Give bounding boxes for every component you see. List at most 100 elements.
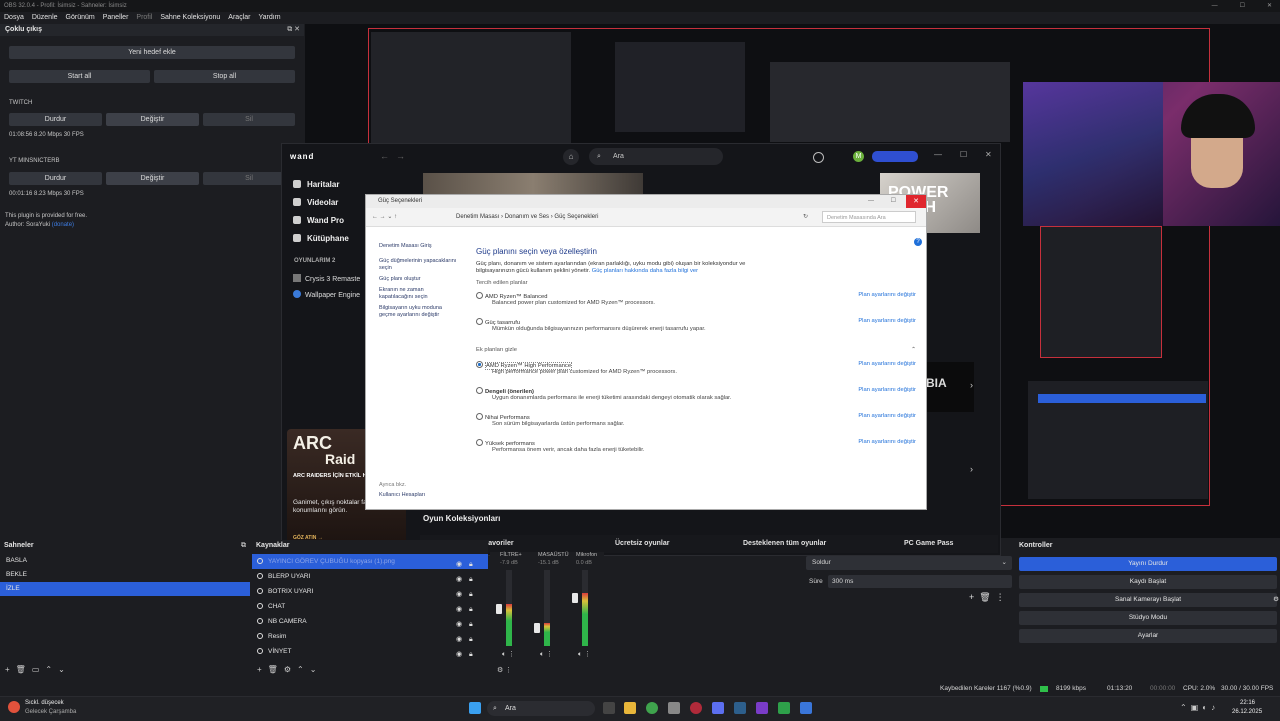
clock-date[interactable]: 26.12.2025 <box>1232 709 1262 715</box>
minimize-icon[interactable]: — <box>868 195 874 208</box>
weather-text[interactable]: Sıckl. düşecek <box>25 700 64 706</box>
stop-all-button[interactable]: Stop all <box>154 70 295 83</box>
home-icon[interactable]: ⌂ <box>563 149 579 165</box>
delete-button[interactable]: Sil <box>203 113 295 126</box>
change-plan-link[interactable]: Plan ayarlarını değiştir <box>858 439 916 445</box>
mute-icon[interactable]: 🔈︎ ⋮ <box>578 650 591 659</box>
weather-icon[interactable] <box>8 701 20 713</box>
power-plan[interactable]: Yüksek performans Plan ayarlarını değişti… <box>476 439 916 453</box>
tab-favorites[interactable]: Favoriler <box>484 540 514 547</box>
app-icon[interactable] <box>690 702 702 714</box>
mixer-settings-icon[interactable]: ⚙ ⋮ <box>497 666 512 674</box>
scene-item-selected[interactable]: İZLE <box>0 582 250 596</box>
source-item-selected[interactable]: YAYINCI GÖREV ÇUBUĞU kopyası (1).png ◉ 🔒︎ <box>252 554 488 569</box>
studio-mode-button[interactable]: Stüdyo Modu <box>1019 611 1277 625</box>
source-item[interactable]: BLERP UYARI ◉ 🔒︎ <box>252 569 488 584</box>
help-icon[interactable]: ? <box>914 238 922 246</box>
nav-wand-pro[interactable]: Wand Pro <box>293 216 344 225</box>
menu-tools[interactable]: Araçlar <box>228 12 250 24</box>
close-icon[interactable]: ✕ <box>985 150 992 159</box>
mute-icon[interactable]: 🔈︎ ⋮ <box>540 650 553 659</box>
change-plan-link[interactable]: Plan ayarlarını değiştir <box>858 413 916 419</box>
menu-help[interactable]: Yardım <box>258 12 280 24</box>
change-plan-link[interactable]: Plan ayarlarını değiştir <box>858 361 916 367</box>
maximize-icon[interactable]: ☐ <box>960 150 967 159</box>
steam-icon[interactable] <box>734 702 746 714</box>
close-icon[interactable]: ✕ <box>1267 0 1272 12</box>
radio-button[interactable] <box>476 292 483 299</box>
cp-link[interactable]: Bilgisayarın uyku moduna geçme ayarların… <box>379 305 459 319</box>
change-plan-link[interactable]: Plan ayarlarını değiştir <box>858 318 916 324</box>
wand-search-input[interactable]: ⌕ Ara <box>589 148 723 165</box>
pro-badge[interactable] <box>872 151 918 162</box>
cp-link[interactable]: Ekranın ne zaman kapatılacağını seçin <box>379 287 459 301</box>
chevron-right-icon[interactable]: › <box>970 380 973 390</box>
windows-start-icon[interactable] <box>469 702 481 714</box>
donate-link[interactable]: (donate) <box>52 222 74 228</box>
close-icon[interactable]: ⧉ ✕ <box>287 24 300 36</box>
address-bar[interactable]: ← → ⌄ ↑ Denetim Masası › Donanım ve Ses … <box>366 208 926 227</box>
start-all-button[interactable]: Start all <box>9 70 150 83</box>
menu-edit[interactable]: Düzenle <box>32 12 58 24</box>
scene-item[interactable]: BASLA <box>0 554 250 568</box>
volume-fader[interactable] <box>534 623 540 633</box>
radio-button[interactable] <box>476 387 483 394</box>
learn-more-link[interactable]: Güç planları hakkında daha fazla bilgi v… <box>592 268 698 274</box>
power-plan[interactable]: Dengeli (önerilen) Plan ayarlarını değişt… <box>476 387 916 401</box>
help-icon[interactable] <box>813 152 824 163</box>
file-explorer-icon[interactable] <box>624 702 636 714</box>
nav-arrows-icon[interactable]: ← → ⌄ ↑ <box>372 208 397 226</box>
nav-videos[interactable]: Videolar <box>293 198 338 207</box>
mute-icon[interactable]: 🔈︎ ⋮ <box>502 650 515 659</box>
app-icon[interactable] <box>712 702 724 714</box>
taskbar-search[interactable]: ⌕ Ara <box>487 701 595 716</box>
source-item[interactable]: CHAT ◉ 🔒︎ <box>252 599 488 614</box>
game-item[interactable]: Wallpaper Engine <box>293 290 360 299</box>
refresh-icon[interactable]: ↻ <box>803 208 808 226</box>
source-item[interactable]: NB CAMERA ◉ 🔒︎ <box>252 614 488 629</box>
minimize-icon[interactable]: — <box>1212 0 1218 12</box>
cp-home-link[interactable]: Denetim Masası Giriş <box>379 243 459 250</box>
control-panel-search[interactable]: Denetim Masasında Ara <box>822 211 916 223</box>
power-plan[interactable]: Güç tasarrufu Plan ayarlarını değiştir Mü… <box>476 318 916 332</box>
menu-scene-collection[interactable]: Sahne Koleksiyonu <box>160 12 220 24</box>
stop-button[interactable]: Durdur <box>9 113 102 126</box>
radio-button[interactable] <box>476 361 483 368</box>
transition-toolbar[interactable]: +🗑⋮ <box>969 592 1010 603</box>
stop-button[interactable]: Durdur <box>9 172 102 185</box>
maximize-icon[interactable]: ☐ <box>1240 0 1245 12</box>
menu-profile[interactable]: Profil <box>136 12 152 24</box>
forward-arrow-icon[interactable]: → <box>396 151 405 161</box>
app-icon[interactable] <box>668 702 680 714</box>
radio-button[interactable] <box>476 318 483 325</box>
source-item[interactable]: Resim ◉ 🔒︎ <box>252 629 488 644</box>
game-item[interactable]: Crysis 3 Remaste <box>293 274 360 283</box>
app-icon[interactable] <box>778 702 790 714</box>
chevron-right-icon[interactable]: › <box>970 464 973 474</box>
transition-select[interactable]: Soldur ⌄ <box>806 556 1012 570</box>
start-recording-button[interactable]: Kaydı Başlat <box>1019 575 1277 589</box>
task-view-icon[interactable] <box>603 702 615 714</box>
avatar[interactable]: M <box>853 151 864 162</box>
add-target-button[interactable]: Yeni hedef ekle <box>9 46 295 59</box>
clock-time[interactable]: 22:16 <box>1240 700 1255 706</box>
change-plan-link[interactable]: Plan ayarlarını değiştir <box>858 292 916 298</box>
tab-all-supported[interactable]: Desteklenen tüm oyunlar <box>743 540 826 547</box>
undock-icon[interactable]: ⧉ <box>241 540 246 552</box>
nav-library[interactable]: Kütüphane <box>293 234 349 243</box>
source-item[interactable]: BOTRIX UYARI ◉ 🔒︎ <box>252 584 488 599</box>
tray-icons[interactable]: ⌃▣◐♪ <box>1180 703 1219 712</box>
radio-button[interactable] <box>476 439 483 446</box>
close-icon[interactable]: ✕ <box>906 195 926 208</box>
menu-view[interactable]: Görünüm <box>66 12 95 24</box>
power-plan[interactable]: Nihai Performans Plan ayarlarını değiştir… <box>476 413 916 427</box>
scene-toolbar[interactable]: +🗑▭⌃⌄ <box>5 665 71 674</box>
radio-button[interactable] <box>476 413 483 420</box>
user-accounts-link[interactable]: Kullanıcı Hesapları <box>379 492 425 498</box>
nav-maps[interactable]: Haritalar <box>293 180 339 189</box>
power-plan-selected[interactable]: AMD Ryzen™ High Performance Plan ayarları… <box>476 361 916 375</box>
hide-more-header[interactable]: Ek planları gizle ⌃ <box>476 347 916 353</box>
change-plan-link[interactable]: Plan ayarlarını değiştir <box>858 387 916 393</box>
back-arrow-icon[interactable]: ← <box>380 151 389 161</box>
app-icon[interactable] <box>756 702 768 714</box>
